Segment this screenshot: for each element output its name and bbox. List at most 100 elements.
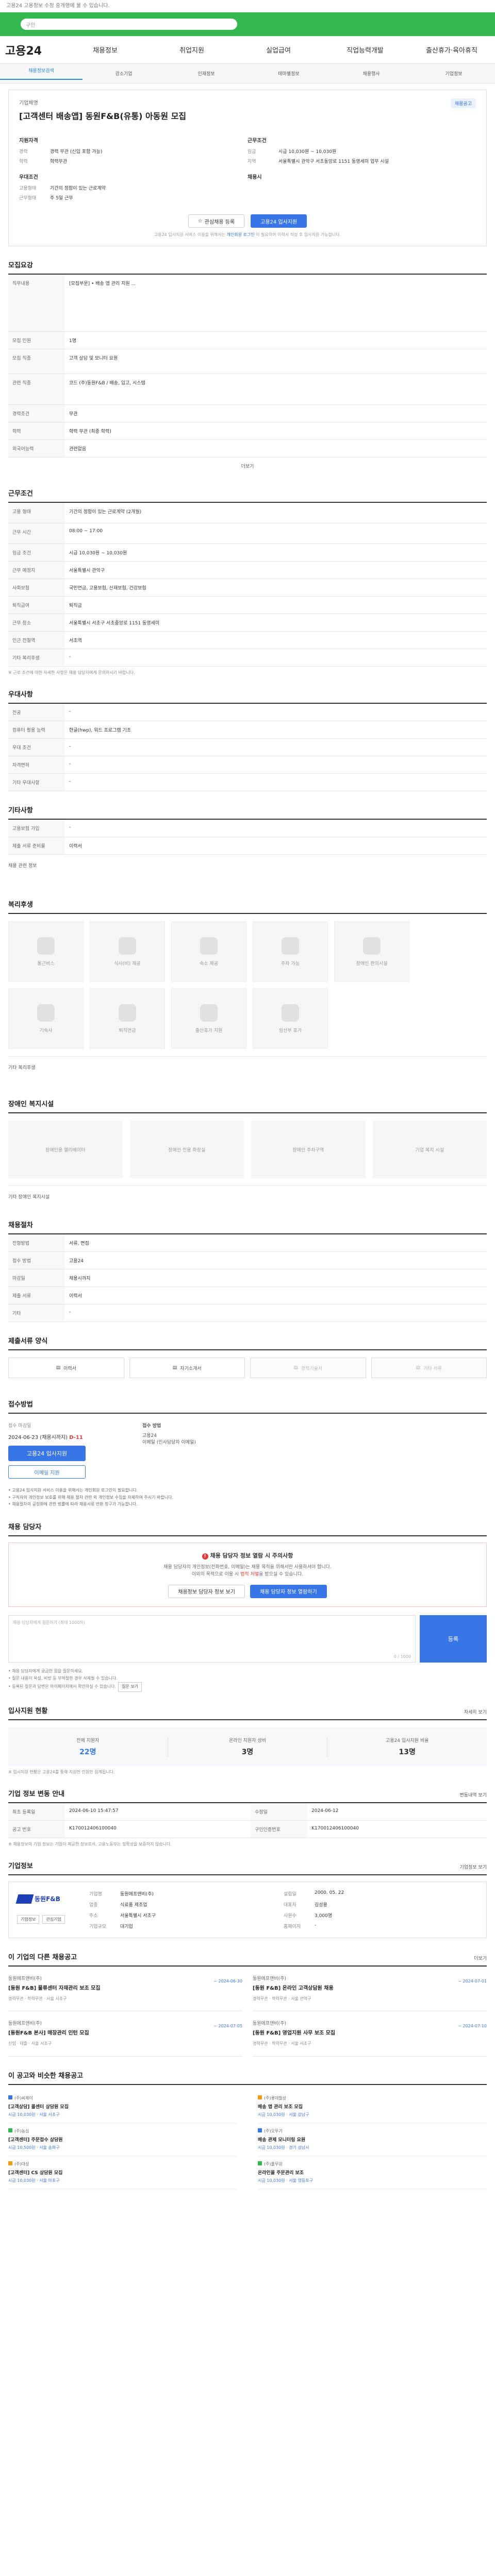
favorite-company-button[interactable]: 관심기업 (42, 1914, 65, 1924)
info-key: 학력 (19, 159, 28, 164)
login-link[interactable]: 개인회원 로그인 (227, 232, 255, 237)
qa-note: • 등록된 질문과 답변은 마이페이지에서 확인하실 수 있습니다. 질문 보기 (8, 1682, 487, 1692)
bus-icon (37, 937, 55, 955)
similar-job-item[interactable]: (주)롯데칠성 배송 앱 관리 보조 모집 시급 10,030원 · 서울 강남구 (258, 2090, 487, 2123)
similar-jobs-section: 이 공고와 비슷한 채용공고 (주)씨제이 [고객상담] 콜센터 상담원 모집 시급… (8, 2070, 487, 2189)
recruit-section: 모집요강 직무내용 [모집부문] • 배송 앱 관리 지원 ... 모집 인원 1명… (8, 260, 487, 474)
row-value: - (65, 773, 487, 791)
row-value: 고객 상담 및 모니터 요원 (65, 349, 487, 374)
info-value: 경력 무관 (신입 포함 가능) (50, 149, 103, 155)
row-value: K170012406100040 (307, 1820, 487, 1838)
similar-job-item[interactable]: (주)오뚜기 배송 관제 모니터링 요원 시급 10,030원 · 경기 성남시 (258, 2123, 487, 2156)
site-logo[interactable]: 고용24 (5, 42, 62, 58)
similar-job-item[interactable]: (주)대상 [고객센터] CS 상담원 모집 시급 10,030원 · 서울 마포구 (8, 2156, 237, 2189)
similar-title[interactable]: 배송 앱 관리 보조 모집 (258, 2103, 487, 2110)
nav-item-training[interactable]: 직업능력개발 (322, 45, 408, 55)
question-view-button[interactable]: 질문 보기 (118, 1682, 142, 1692)
row-value: 코드 (주)동원F&B / 배송, 입고, 시스템 (65, 374, 487, 405)
similar-meta: 시급 10,030원 · 서울 영등포구 (258, 2178, 313, 2183)
company-info-button[interactable]: 기업정보 (17, 1914, 40, 1924)
similar-company: (주)풀무원 (264, 2161, 283, 2166)
welfare-label: 기숙사 (39, 1028, 53, 1033)
stat-label: 전체 지원자 (76, 1738, 100, 1743)
other-jobs-more-link[interactable]: 더보기 (474, 1955, 487, 1961)
status-note: ※ 입사지원 현황은 고용24를 통해 지원한 인원만 집계됩니다. (8, 1769, 115, 1774)
other-title: 기타사항 (8, 805, 487, 820)
subnav-talent[interactable]: 인재정보 (165, 70, 248, 77)
update-more-link[interactable]: 변동내역 보기 (459, 1791, 487, 1798)
nav-item-jobs[interactable]: 채용정보 (62, 45, 148, 55)
recruit-more-link[interactable]: 더보기 (8, 457, 487, 474)
status-more-link[interactable]: 자세히 보기 (464, 1708, 487, 1715)
company-key: 사원수 (284, 1913, 296, 1919)
company-value: 식료품 제조업 (120, 1902, 147, 1908)
row-value: [모집부문] • 배송 앱 관리 지원 ... (65, 275, 487, 332)
row-value: 서류, 면접 (65, 1234, 487, 1252)
similar-title[interactable]: 배송 관제 모니터링 요원 (258, 2136, 487, 2143)
welfare-card: 퇴직연금 (90, 988, 165, 1049)
job-list-item[interactable]: 동원에프앤비(주) [동원F&B 본사] 매장관리 인턴 모집 신입 · 대졸 · … (8, 2011, 242, 2057)
recruit-title: 모집요강 (8, 260, 487, 275)
apply-main-button[interactable]: 고용24 입사지원 (8, 1446, 86, 1461)
job-list-item[interactable]: 동원에프앤비(주) [동원 F&B] 영업지원 사무 보조 모집 경력무관 · 학력… (253, 2011, 487, 2057)
company-logo: 동원F&B (15, 1890, 74, 1908)
row-key: 전공 (8, 704, 65, 721)
doc-resume-button[interactable]: ▤ 이력서 (8, 1358, 124, 1378)
row-value: 무관 (65, 404, 487, 422)
row-value: 퇴직금 (65, 596, 487, 614)
row-key: 임금 조건 (8, 544, 65, 562)
apply-method-heading: 접수 방법 (142, 1423, 161, 1429)
deadline: 2024-06-23 (채용시까지) D-11 (8, 1433, 132, 1440)
company-key: 설립일 (284, 1891, 296, 1897)
subnav-small-giant[interactable]: 강소기업 (82, 70, 165, 77)
facility-card: 기업 복지 시설 (372, 1121, 487, 1178)
nav-item-unemployment[interactable]: 실업급여 (235, 45, 322, 55)
row-key: 우대 조건 (8, 738, 65, 756)
similar-job-item[interactable]: (주)농심 [고객센터] 주문접수 상담원 시급 10,500원 · 서울 송파구 (8, 2123, 237, 2156)
job-title-link[interactable]: [동원 F&B] 물류센터 자재관리 보조 모집 (8, 1985, 101, 1992)
similar-title[interactable]: [고객상담] 콜센터 상담원 모집 (8, 2103, 237, 2110)
company-more-link[interactable]: 기업정보 보기 (459, 1863, 487, 1870)
job-title-link[interactable]: [동원F&B 본사] 매장관리 인턴 모집 (8, 2029, 89, 2037)
subnav-job-search[interactable]: 채용정보검색 (0, 67, 82, 80)
email-apply-button[interactable]: 이메일 지원 (8, 1465, 86, 1479)
row-value: - (65, 756, 487, 774)
similar-title[interactable]: 온라인몰 주문관리 보조 (258, 2169, 487, 2176)
subnav-theme[interactable]: 테마별정보 (248, 70, 330, 77)
apply-button[interactable]: 고용24 입사지원 (251, 214, 307, 228)
welfare-card: 식사(비) 제공 (90, 921, 165, 982)
job-title-link[interactable]: [동원 F&B] 온라인 고객상담원 채용 (253, 1985, 334, 1992)
apply-method-item: 이메일 (인사담당자 이메일) (142, 1440, 196, 1445)
row-key: 사회보험 (8, 579, 65, 597)
similar-job-item[interactable]: (주)풀무원온라인몰 주문관리 보조시급 10,030원 · 서울 영등포구 (258, 2156, 487, 2189)
scrap-button[interactable]: ☆ 관심채용 등록 (188, 214, 245, 228)
contact-view-button[interactable]: 채용 담당자 정보 열람하기 (250, 1584, 327, 1598)
welfare-card: 출산휴가 지원 (171, 988, 246, 1049)
doc-cover-button[interactable]: ▤ 자기소개서 (129, 1358, 245, 1378)
row-value: 서울특별시 서초구 서초중앙로 1151 동영세미 (65, 614, 487, 632)
contact-title: 채용 담당자 (8, 1521, 487, 1536)
contact-info-button[interactable]: 채용정보 담당자 정보 보기 (168, 1584, 245, 1598)
nav-item-leave[interactable]: 출산휴가·육아휴직 (408, 45, 495, 55)
doc-label: 경력기술서 (301, 1366, 323, 1371)
job-title-link[interactable]: [동원 F&B] 영업지원 사무 보조 모집 (253, 2029, 335, 2037)
nav-item-employment-support[interactable]: 취업지원 (148, 45, 235, 55)
question-input[interactable]: 채용 담당자에게 질문하기 (최대 1000자) 0 / 1000 (8, 1615, 416, 1663)
job-company: 동원에프앤비(주) (8, 1976, 42, 1981)
logo-mark-icon (15, 1894, 34, 1904)
similar-meta: 시급 10,030원 · 경기 성남시 (258, 2145, 309, 2150)
similar-title[interactable]: [고객센터] 주문접수 상담원 (8, 2136, 237, 2143)
row-key: 근무 시간 (8, 523, 65, 544)
subnav-company[interactable]: 기업정보 (412, 70, 495, 77)
row-value: 학력 무관 (최종 학력) (65, 422, 487, 440)
job-deadline: ~ 2024-07-10 (458, 2024, 487, 2029)
job-list-item[interactable]: 동원에프앤비(주) [동원 F&B] 물류센터 자재관리 보조 모집 경력무관 · … (8, 1967, 242, 2012)
search-input[interactable]: 구인 (21, 19, 237, 30)
job-list-item[interactable]: 동원에프앤비(주) [동원 F&B] 온라인 고객상담원 채용 경력무관 · 학력무… (253, 1967, 487, 2012)
deadline-date: 2024-06-23 (채용시까지) (8, 1435, 68, 1440)
welfare-label: 임산부 휴가 (278, 1028, 302, 1033)
question-submit-button[interactable]: 등록 (420, 1615, 487, 1663)
similar-title[interactable]: [고객센터] CS 상담원 모집 (8, 2169, 237, 2176)
subnav-events[interactable]: 채용행사 (330, 70, 412, 77)
similar-job-item[interactable]: (주)씨제이 [고객상담] 콜센터 상담원 모집 시급 10,030원 · 서울 서… (8, 2090, 237, 2123)
